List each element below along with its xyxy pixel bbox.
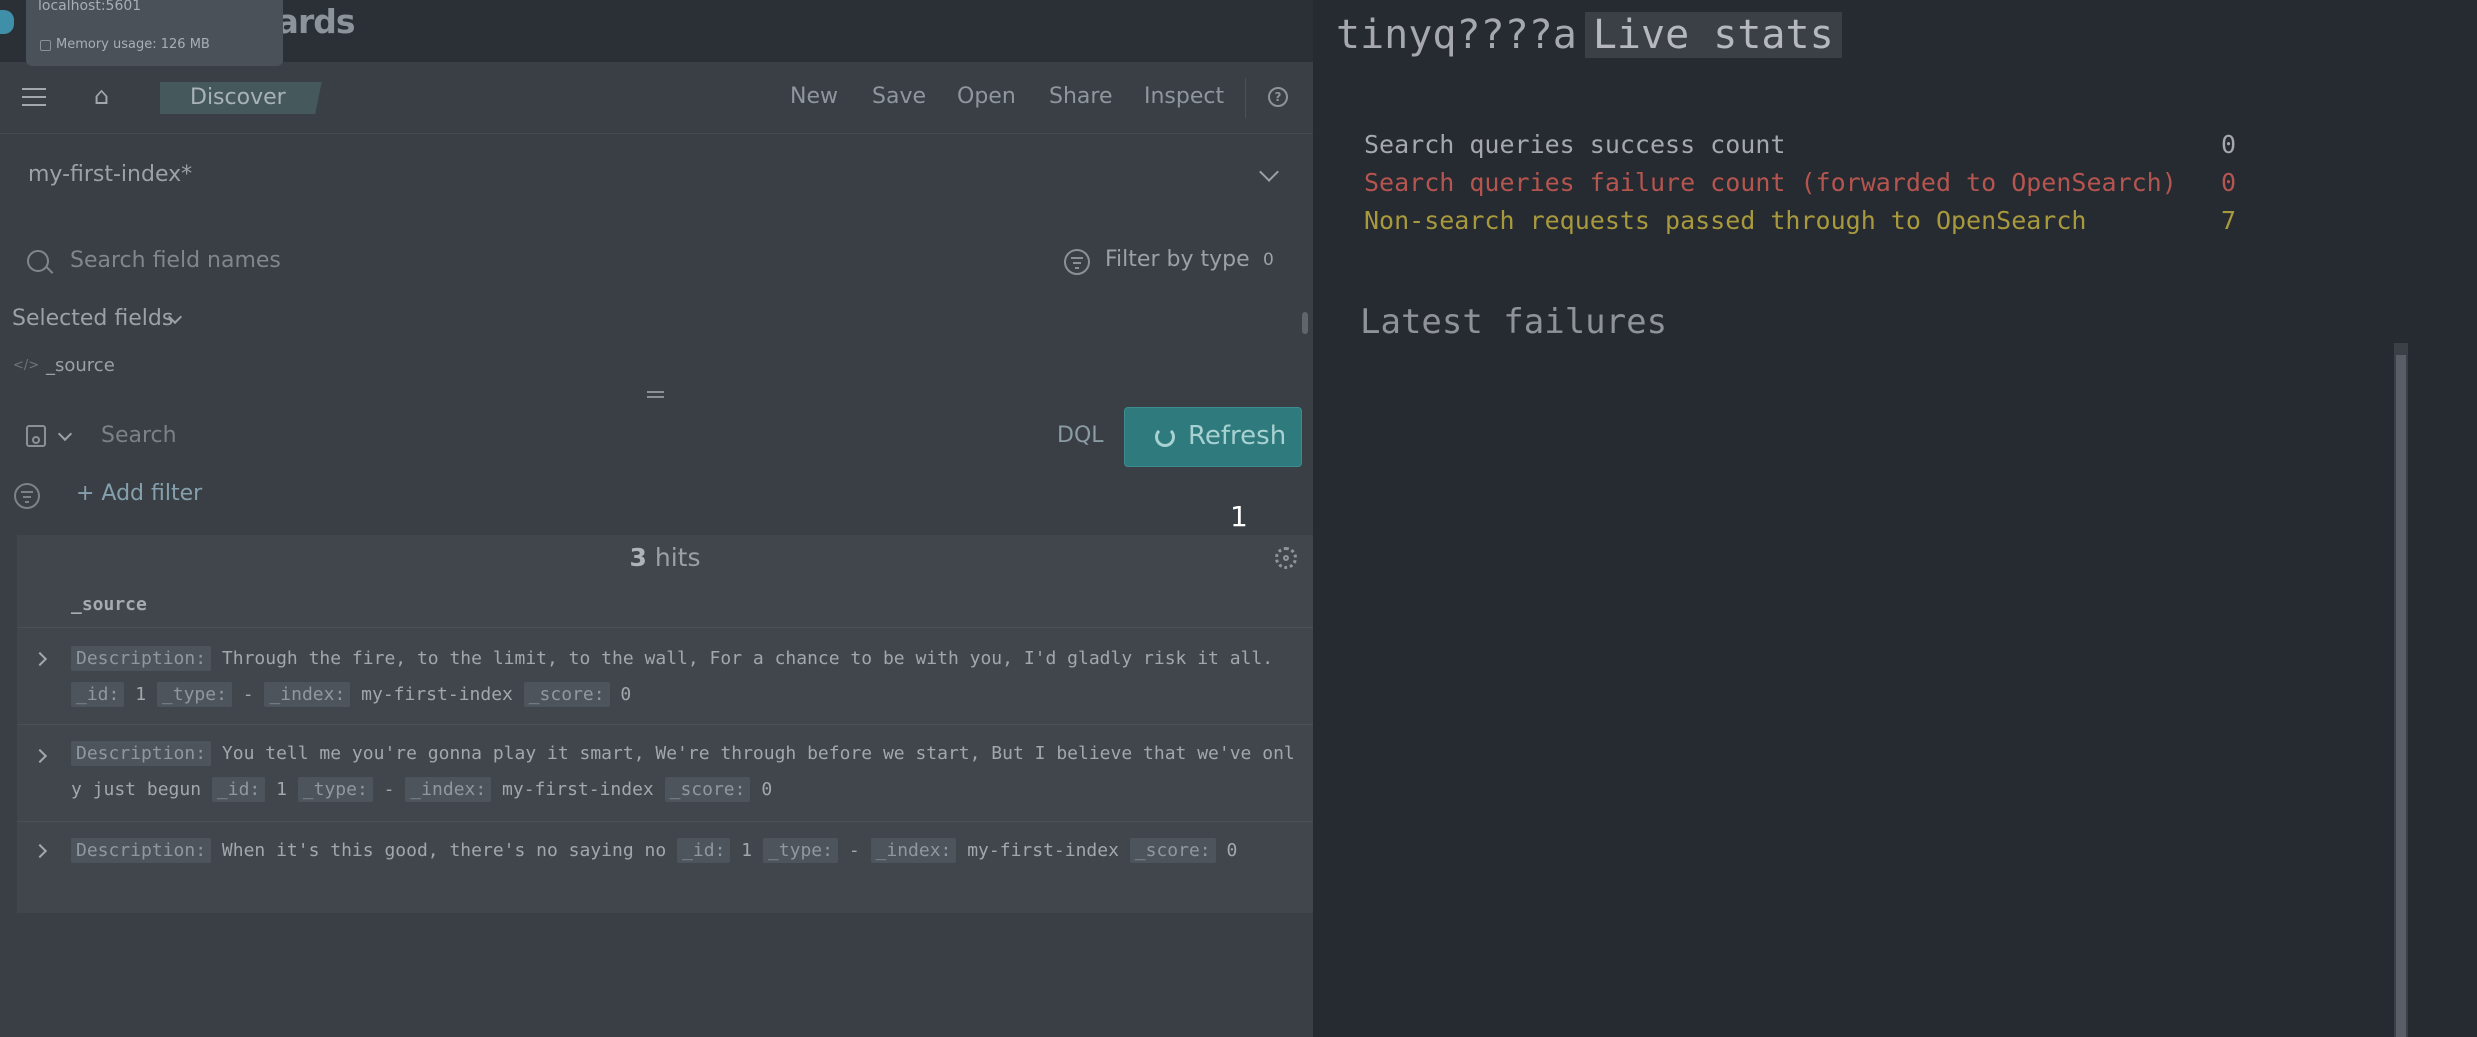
filter-icon[interactable] <box>1064 249 1090 275</box>
selected-fields-label: Selected fields <box>12 306 174 331</box>
table-row: Description: Through the fire, to the li… <box>17 627 1313 723</box>
field-search-input[interactable]: Search field names <box>70 248 281 273</box>
chevron-down-icon[interactable] <box>57 426 73 442</box>
tooltip-url: localhost:5601 <box>38 0 142 14</box>
share-button[interactable]: Share <box>1049 84 1113 109</box>
open-button[interactable]: Open <box>957 84 1016 109</box>
terminal-scrollbar[interactable] <box>2394 343 2408 1037</box>
row-line: Description: You tell me you're gonna pl… <box>71 741 1295 766</box>
index-pattern-selector[interactable]: my-first-index* <box>28 162 192 187</box>
live-stats-terminal: tinyq????a Live stats Search queries succ… <box>1313 0 2477 1037</box>
selected-fields-toggle[interactable]: Selected fields <box>12 306 173 331</box>
filter-by-type-button[interactable]: Filter by type <box>1105 247 1250 272</box>
code-icon: </> <box>13 358 40 373</box>
page-title: tinyq????a Live stats <box>1336 12 1842 58</box>
add-filter-button[interactable]: + Add filter <box>76 481 202 506</box>
chevron-right-icon[interactable] <box>32 651 48 667</box>
gear-icon[interactable] <box>1275 547 1297 569</box>
saved-query-icon[interactable] <box>26 425 46 447</box>
chevron-down-icon[interactable] <box>1259 162 1279 182</box>
save-button[interactable]: Save <box>872 84 926 109</box>
help-icon[interactable]: ? <box>1268 87 1288 107</box>
inspect-button[interactable]: Inspect <box>1144 84 1224 109</box>
table-row: Description: You tell me you're gonna pl… <box>17 724 1313 820</box>
sidebar-scrollbar[interactable] <box>1302 312 1308 334</box>
field-source[interactable]: _source <box>46 355 115 376</box>
stat-passthrough-label: Non-search requests passed through to Op… <box>1364 206 2087 235</box>
stat-failure-label: Search queries failure count (forwarded … <box>1364 168 2177 197</box>
refresh-label: Refresh <box>1188 421 1287 451</box>
app-name: tinyq????a <box>1336 12 1577 58</box>
chevron-right-icon[interactable] <box>32 748 48 764</box>
top-nav: ⌂ Discover New Save Open Share Inspect ? <box>0 62 1313 134</box>
tooltip-memory: Memory usage: 126 MB <box>56 37 210 52</box>
opensearch-dashboards-window: oards localhost:5601 Memory usage: 126 M… <box>0 0 1313 1037</box>
filter-options-icon[interactable] <box>14 483 40 509</box>
refresh-button[interactable]: Refresh <box>1124 407 1302 467</box>
results-panel: 3 hits _source Description: Through the … <box>17 535 1313 913</box>
column-header-source[interactable]: _source <box>71 594 147 615</box>
filter-count-badge: 0 <box>1263 250 1274 270</box>
table-row: Description: When it's this good, there'… <box>17 821 1313 883</box>
query-language-button[interactable]: DQL <box>1057 423 1104 448</box>
step-marker: 1 <box>1230 500 1248 533</box>
hits-count: 3 hits <box>629 543 701 572</box>
query-search-input[interactable]: Search <box>101 423 177 448</box>
row-line: Description: Through the fire, to the li… <box>71 646 1273 671</box>
stat-success-value: 0 <box>2221 130 2237 159</box>
row-line: _id: 1 _type: - _index: my-first-index _… <box>71 682 631 707</box>
search-icon <box>27 250 49 272</box>
browser-tooltip: localhost:5601 Memory usage: 126 MB <box>26 0 283 66</box>
row-line: Description: When it's this good, there'… <box>71 838 1237 863</box>
breadcrumb-discover[interactable]: Discover <box>160 82 322 114</box>
stat-failure-value: 0 <box>2221 168 2237 197</box>
home-icon[interactable]: ⌂ <box>94 84 116 108</box>
stat-passthrough-value: 7 <box>2221 206 2237 235</box>
resize-handle-icon[interactable] <box>647 391 664 398</box>
nav-divider <box>1245 78 1246 118</box>
stat-success-label: Search queries success count <box>1364 130 1786 159</box>
row-line: y just begun _id: 1 _type: - _index: my-… <box>71 777 773 802</box>
live-stats-heading: Live stats <box>1584 12 1842 58</box>
menu-icon[interactable] <box>22 88 46 106</box>
chevron-right-icon[interactable] <box>32 843 48 859</box>
refresh-icon <box>1155 427 1175 447</box>
new-button[interactable]: New <box>790 84 838 109</box>
latest-failures-heading: Latest failures <box>1360 302 1668 342</box>
